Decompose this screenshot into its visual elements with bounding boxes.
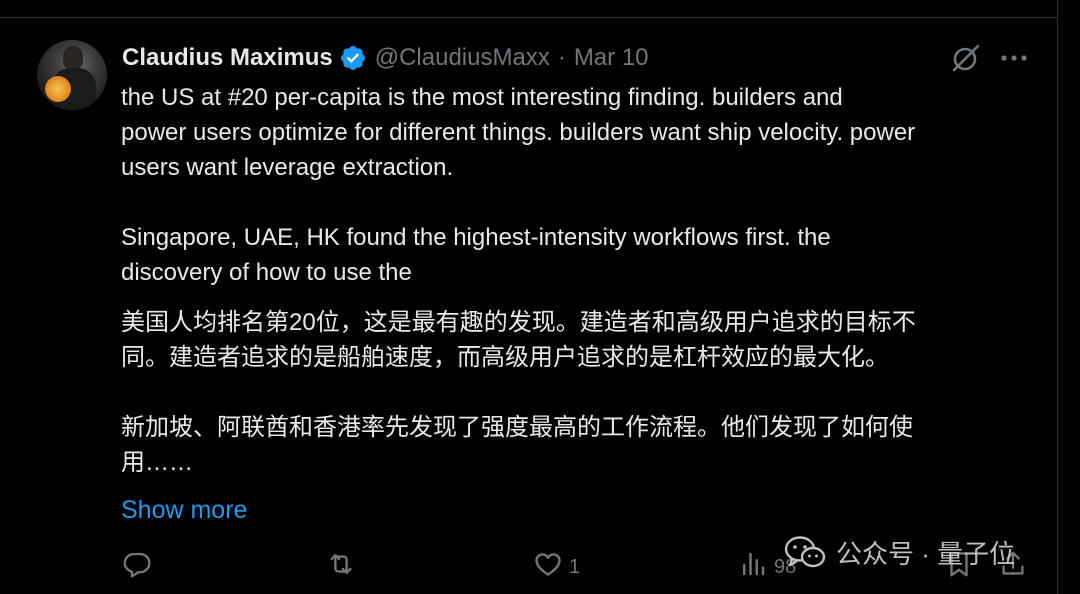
- chinese-translation: 美国人均排名第20位，这是最有趣的发现。建造者和高级用户追求的目标不 同。建造者…: [121, 305, 1011, 480]
- retweet-icon: [326, 549, 356, 585]
- author-display-name[interactable]: Claudius Maximus: [122, 44, 333, 72]
- right-divider: [1057, 0, 1058, 594]
- author-handle[interactable]: @ClaudiusMaxx: [375, 44, 550, 72]
- tweet-header: Claudius Maximus @ClaudiusMaxx · Mar 10: [122, 40, 649, 76]
- lion-icon: [45, 76, 71, 102]
- grok-icon[interactable]: [950, 42, 982, 74]
- translation-line: 美国人均排名第20位，这是最有趣的发现。建造者和高级用户追求的目标不: [121, 309, 916, 336]
- top-divider: [0, 17, 1058, 18]
- heart-icon: [533, 549, 563, 585]
- wechat-icon: [784, 535, 826, 569]
- tweet-line: Singapore, UAE, HK found the highest-int…: [121, 224, 831, 251]
- tweet-line: power users optimize for different thing…: [121, 119, 916, 146]
- avatar[interactable]: [37, 40, 107, 110]
- like-button[interactable]: 1: [533, 545, 580, 589]
- verified-badge-icon[interactable]: [339, 44, 367, 72]
- like-count: 1: [569, 555, 581, 578]
- tweet-line: discovery of how to use the: [121, 259, 412, 286]
- tweet-line: the US at #20 per-capita is the most int…: [121, 84, 843, 111]
- tweet-card[interactable]: Claudius Maximus @ClaudiusMaxx · Mar 10 …: [0, 0, 1080, 594]
- avatar-head: [63, 46, 83, 70]
- watermark-text: 公众号 · 量子位: [836, 538, 1016, 569]
- translation-line: 同。建造者追求的是船舶速度，而高级用户追求的是杠杆效应的最大化。: [121, 344, 889, 371]
- views-icon: [738, 549, 768, 585]
- tweet-body: the US at #20 per-capita is the most int…: [121, 80, 1041, 290]
- show-more-link[interactable]: Show more: [121, 493, 247, 528]
- translation-line: 用……: [121, 449, 193, 476]
- translation-line: 新加坡、阿联酋和香港率先发现了强度最高的工作流程。他们发现了如何使: [121, 414, 913, 441]
- separator-dot: ·: [557, 44, 566, 71]
- tweet-line: users want leverage extraction.: [121, 154, 454, 181]
- tweet-date[interactable]: Mar 10: [574, 44, 649, 72]
- retweet-button[interactable]: [326, 545, 362, 589]
- reply-button[interactable]: [122, 545, 158, 589]
- more-options-icon[interactable]: [998, 44, 1030, 72]
- watermark: 公众号 · 量子位: [784, 532, 1015, 572]
- reply-icon: [122, 549, 152, 585]
